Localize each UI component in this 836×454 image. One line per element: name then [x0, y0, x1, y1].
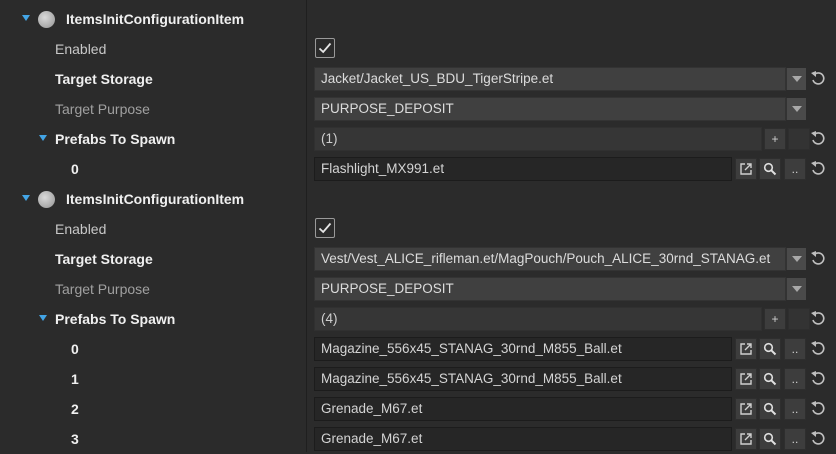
chevron-down-icon[interactable] — [22, 15, 30, 21]
checkmark-icon — [318, 222, 332, 234]
reset-arrow-icon[interactable] — [810, 370, 826, 388]
search-button[interactable] — [759, 398, 781, 420]
browse-button[interactable]: .. — [784, 398, 806, 420]
open-external-icon — [740, 403, 752, 415]
target-storage-row: Target Storage Jacket/Jacket_US_BDU_Tige… — [0, 64, 836, 94]
array-options-button[interactable] — [788, 308, 810, 330]
enabled-row: Enabled — [0, 214, 836, 244]
add-element-button[interactable]: + — [764, 128, 786, 150]
prefab-index: 0 — [71, 341, 79, 357]
target-storage-dropdown-button[interactable] — [786, 248, 806, 270]
reset-arrow-icon[interactable] — [810, 310, 826, 328]
checkmark-icon — [318, 42, 332, 54]
prefab-path-field[interactable]: Magazine_556x45_STANAG_30rnd_M855_Ball.e… — [314, 337, 732, 361]
prefabs-row: Prefabs To Spawn (1) + — [0, 124, 836, 154]
magnifier-icon — [763, 162, 777, 176]
prefabs-row: Prefabs To Spawn (4) + — [0, 304, 836, 334]
target-purpose-row: Target Purpose PURPOSE_DEPOSIT — [0, 94, 836, 124]
prefab-index: 1 — [71, 371, 79, 387]
enabled-checkbox[interactable] — [315, 38, 335, 58]
target-storage-combo[interactable]: Vest/Vest_ALICE_rifleman.et/MagPouch/Pou… — [314, 247, 786, 271]
target-purpose-row: Target Purpose PURPOSE_DEPOSIT — [0, 274, 836, 304]
target-purpose-label: Target Purpose — [55, 101, 150, 117]
reset-arrow-icon[interactable] — [810, 430, 826, 448]
dropdown-arrow-icon — [792, 76, 802, 82]
target-purpose-dropdown-button[interactable] — [786, 278, 806, 300]
target-storage-row: Target Storage Vest/Vest_ALICE_rifleman.… — [0, 244, 836, 274]
reset-arrow-icon[interactable] — [810, 70, 826, 88]
magnifier-icon — [763, 372, 777, 386]
magnifier-icon — [763, 402, 777, 416]
item-title: ItemsInitConfigurationItem — [66, 11, 245, 27]
open-external-button[interactable] — [735, 428, 757, 450]
search-button[interactable] — [759, 428, 781, 450]
array-options-button[interactable] — [788, 128, 810, 150]
reset-arrow-icon[interactable] — [810, 250, 826, 268]
chevron-down-icon[interactable] — [39, 315, 47, 321]
open-external-button[interactable] — [735, 338, 757, 360]
open-external-icon — [740, 343, 752, 355]
reset-arrow-icon[interactable] — [810, 340, 826, 358]
target-storage-label: Target Storage — [55, 71, 153, 87]
prefabs-label: Prefabs To Spawn — [55, 131, 176, 147]
enabled-row: Enabled — [0, 34, 836, 64]
item-header-row[interactable]: ItemsInitConfigurationItem — [0, 4, 836, 34]
prefabs-label: Prefabs To Spawn — [55, 311, 176, 327]
reset-arrow-icon[interactable] — [810, 400, 826, 418]
open-external-icon — [740, 163, 752, 175]
reset-arrow-icon[interactable] — [810, 160, 826, 178]
open-external-button[interactable] — [735, 398, 757, 420]
item-header-row[interactable]: ItemsInitConfigurationItem — [0, 184, 836, 214]
search-button[interactable] — [759, 158, 781, 180]
browse-button[interactable]: .. — [784, 428, 806, 450]
prefab-element-row: 0 Magazine_556x45_STANAG_30rnd_M855_Ball… — [0, 334, 836, 364]
prefabs-array-count: (1) — [314, 127, 762, 151]
prefab-path-field[interactable]: Grenade_M67.et — [314, 427, 732, 451]
prefab-path-field[interactable]: Grenade_M67.et — [314, 397, 732, 421]
target-purpose-combo[interactable]: PURPOSE_DEPOSIT — [314, 97, 786, 121]
prefab-element-row: 3 Grenade_M67.et .. — [0, 424, 836, 454]
open-external-button[interactable] — [735, 368, 757, 390]
target-storage-combo[interactable]: Jacket/Jacket_US_BDU_TigerStripe.et — [314, 67, 786, 91]
reset-arrow-icon[interactable] — [810, 130, 826, 148]
search-button[interactable] — [759, 338, 781, 360]
open-external-button[interactable] — [735, 158, 757, 180]
prefab-path-field[interactable]: Flashlight_MX991.et — [314, 157, 732, 181]
sphere-icon — [38, 191, 55, 208]
prefab-element-row: 0 Flashlight_MX991.et .. — [0, 154, 836, 184]
prefab-path-field[interactable]: Magazine_556x45_STANAG_30rnd_M855_Ball.e… — [314, 367, 732, 391]
prefabs-array-count: (4) — [314, 307, 762, 331]
open-external-icon — [740, 433, 752, 445]
item-title: ItemsInitConfigurationItem — [66, 191, 245, 207]
chevron-down-icon[interactable] — [39, 135, 47, 141]
target-storage-dropdown-button[interactable] — [786, 68, 806, 90]
open-external-icon — [740, 373, 752, 385]
prefab-index: 2 — [71, 401, 79, 417]
enabled-label: Enabled — [55, 221, 107, 237]
browse-button[interactable]: .. — [784, 338, 806, 360]
browse-button[interactable]: .. — [784, 368, 806, 390]
prefab-element-row: 2 Grenade_M67.et .. — [0, 394, 836, 424]
search-button[interactable] — [759, 368, 781, 390]
prefab-element-row: 1 Magazine_556x45_STANAG_30rnd_M855_Ball… — [0, 364, 836, 394]
prefab-index: 0 — [71, 161, 79, 177]
dropdown-arrow-icon — [792, 286, 802, 292]
target-storage-label: Target Storage — [55, 251, 153, 267]
prefab-index: 3 — [71, 431, 79, 447]
add-element-button[interactable]: + — [764, 308, 786, 330]
dropdown-arrow-icon — [792, 106, 802, 112]
target-purpose-combo[interactable]: PURPOSE_DEPOSIT — [314, 277, 786, 301]
sphere-icon — [38, 11, 55, 28]
chevron-down-icon[interactable] — [22, 195, 30, 201]
browse-button[interactable]: .. — [784, 158, 806, 180]
magnifier-icon — [763, 432, 777, 446]
enabled-checkbox[interactable] — [315, 218, 335, 238]
magnifier-icon — [763, 342, 777, 356]
enabled-label: Enabled — [55, 41, 107, 57]
target-purpose-label: Target Purpose — [55, 281, 150, 297]
target-purpose-dropdown-button[interactable] — [786, 98, 806, 120]
dropdown-arrow-icon — [792, 256, 802, 262]
